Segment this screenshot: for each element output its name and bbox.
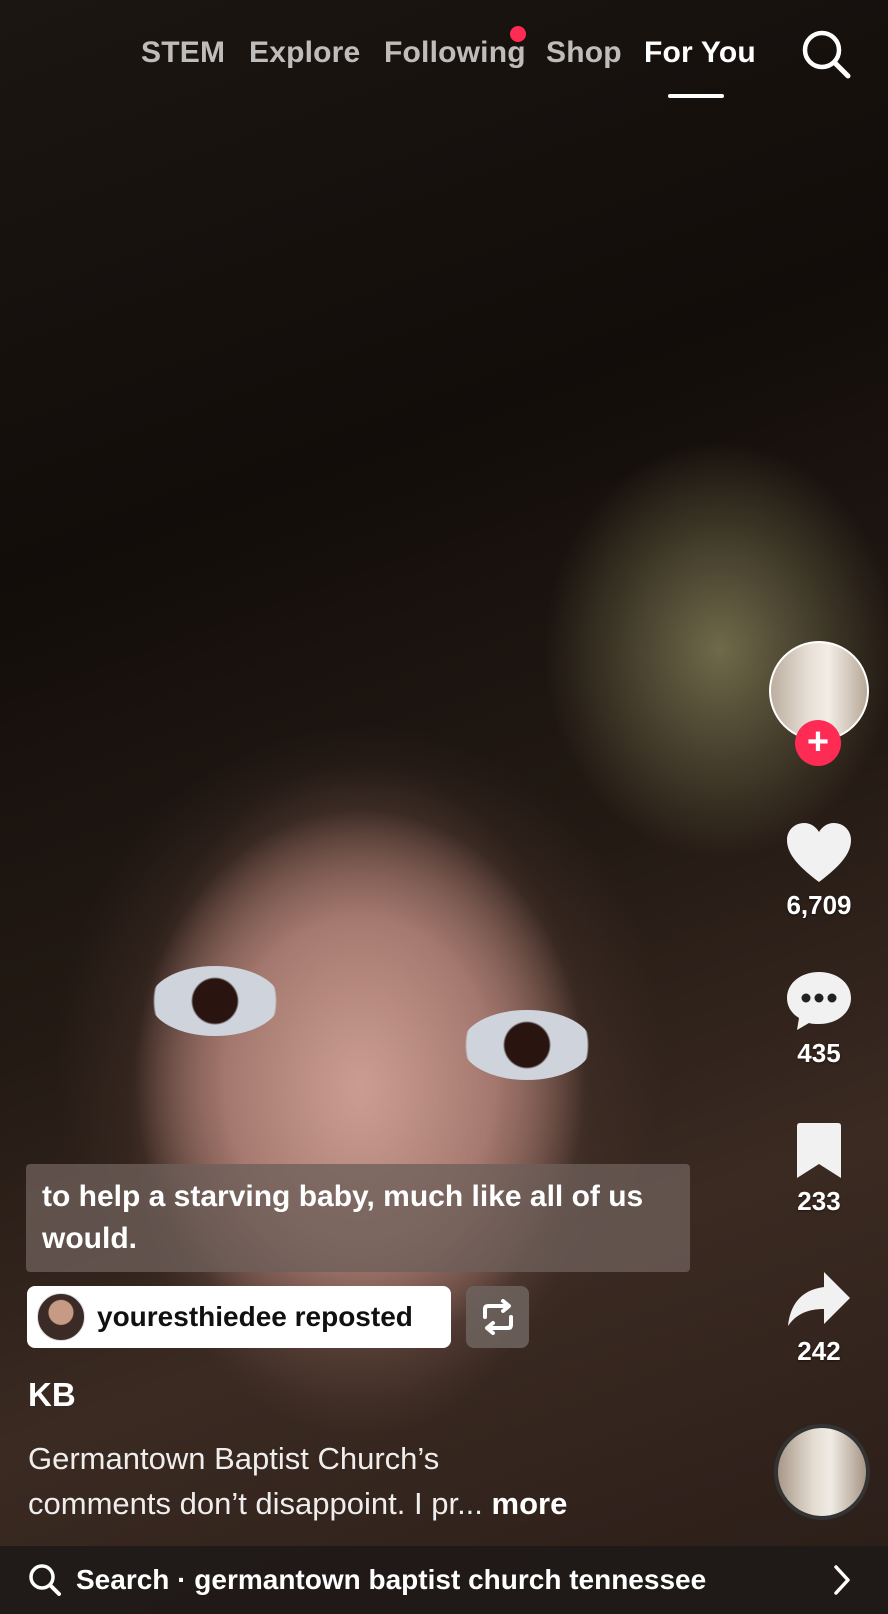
comment-button[interactable]: 435: [776, 970, 862, 1069]
save-count: 233: [797, 1186, 841, 1216]
description-line-1: Germantown Baptist Church’s: [28, 1441, 440, 1476]
top-nav: STEM Explore Following Shop For You: [0, 26, 888, 106]
video-caption-overlay: to help a starving baby, much like all o…: [26, 1164, 690, 1272]
author-name[interactable]: KB: [28, 1376, 76, 1414]
description-line-2: comments don’t disappoint. I pr...: [28, 1486, 483, 1521]
tab-explore[interactable]: Explore: [249, 36, 360, 70]
like-count: 6,709: [786, 890, 852, 920]
video-eye-left: [150, 966, 280, 1036]
video-eye-right: [462, 1010, 592, 1080]
related-search-text: Search · germantown baptist church tenne…: [76, 1564, 707, 1595]
related-search-bar[interactable]: Search · germantown baptist church tenne…: [0, 1546, 888, 1614]
heart-icon: [787, 823, 851, 882]
comment-icon: [787, 972, 851, 1030]
following-notification-dot: [510, 26, 526, 42]
chevron-right-icon: [834, 1565, 850, 1595]
repost-button[interactable]: [466, 1286, 529, 1348]
repost-icon: [482, 1299, 513, 1335]
share-button[interactable]: 242: [776, 1270, 862, 1367]
tab-for-you[interactable]: For You: [644, 36, 756, 70]
bookmark-icon: [797, 1123, 841, 1178]
tab-shop[interactable]: Shop: [546, 36, 622, 70]
follow-plus-icon[interactable]: +: [795, 720, 841, 766]
tab-stem[interactable]: STEM: [141, 36, 225, 70]
video-frame: [40, 640, 680, 1540]
video-feed-screen[interactable]: STEM Explore Following Shop For You + 6,…: [0, 0, 888, 1614]
repost-pill[interactable]: youresthiedee reposted: [27, 1286, 451, 1348]
save-button[interactable]: 233: [776, 1122, 862, 1217]
search-icon[interactable]: [800, 28, 852, 80]
search-icon: [29, 1564, 61, 1596]
video-description[interactable]: Germantown Baptist Church’s comments don…: [28, 1436, 668, 1526]
like-button[interactable]: 6,709: [776, 822, 862, 921]
comment-count: 435: [797, 1038, 841, 1068]
description-more-link[interactable]: more: [492, 1486, 568, 1521]
active-tab-indicator: [668, 94, 724, 98]
share-arrow-icon: [788, 1272, 850, 1326]
tab-following[interactable]: Following: [384, 36, 526, 70]
share-count: 242: [797, 1336, 841, 1366]
repost-label: youresthiedee reposted: [97, 1301, 413, 1332]
repost-user-avatar: [37, 1293, 85, 1341]
sound-disc-icon[interactable]: [774, 1424, 870, 1520]
